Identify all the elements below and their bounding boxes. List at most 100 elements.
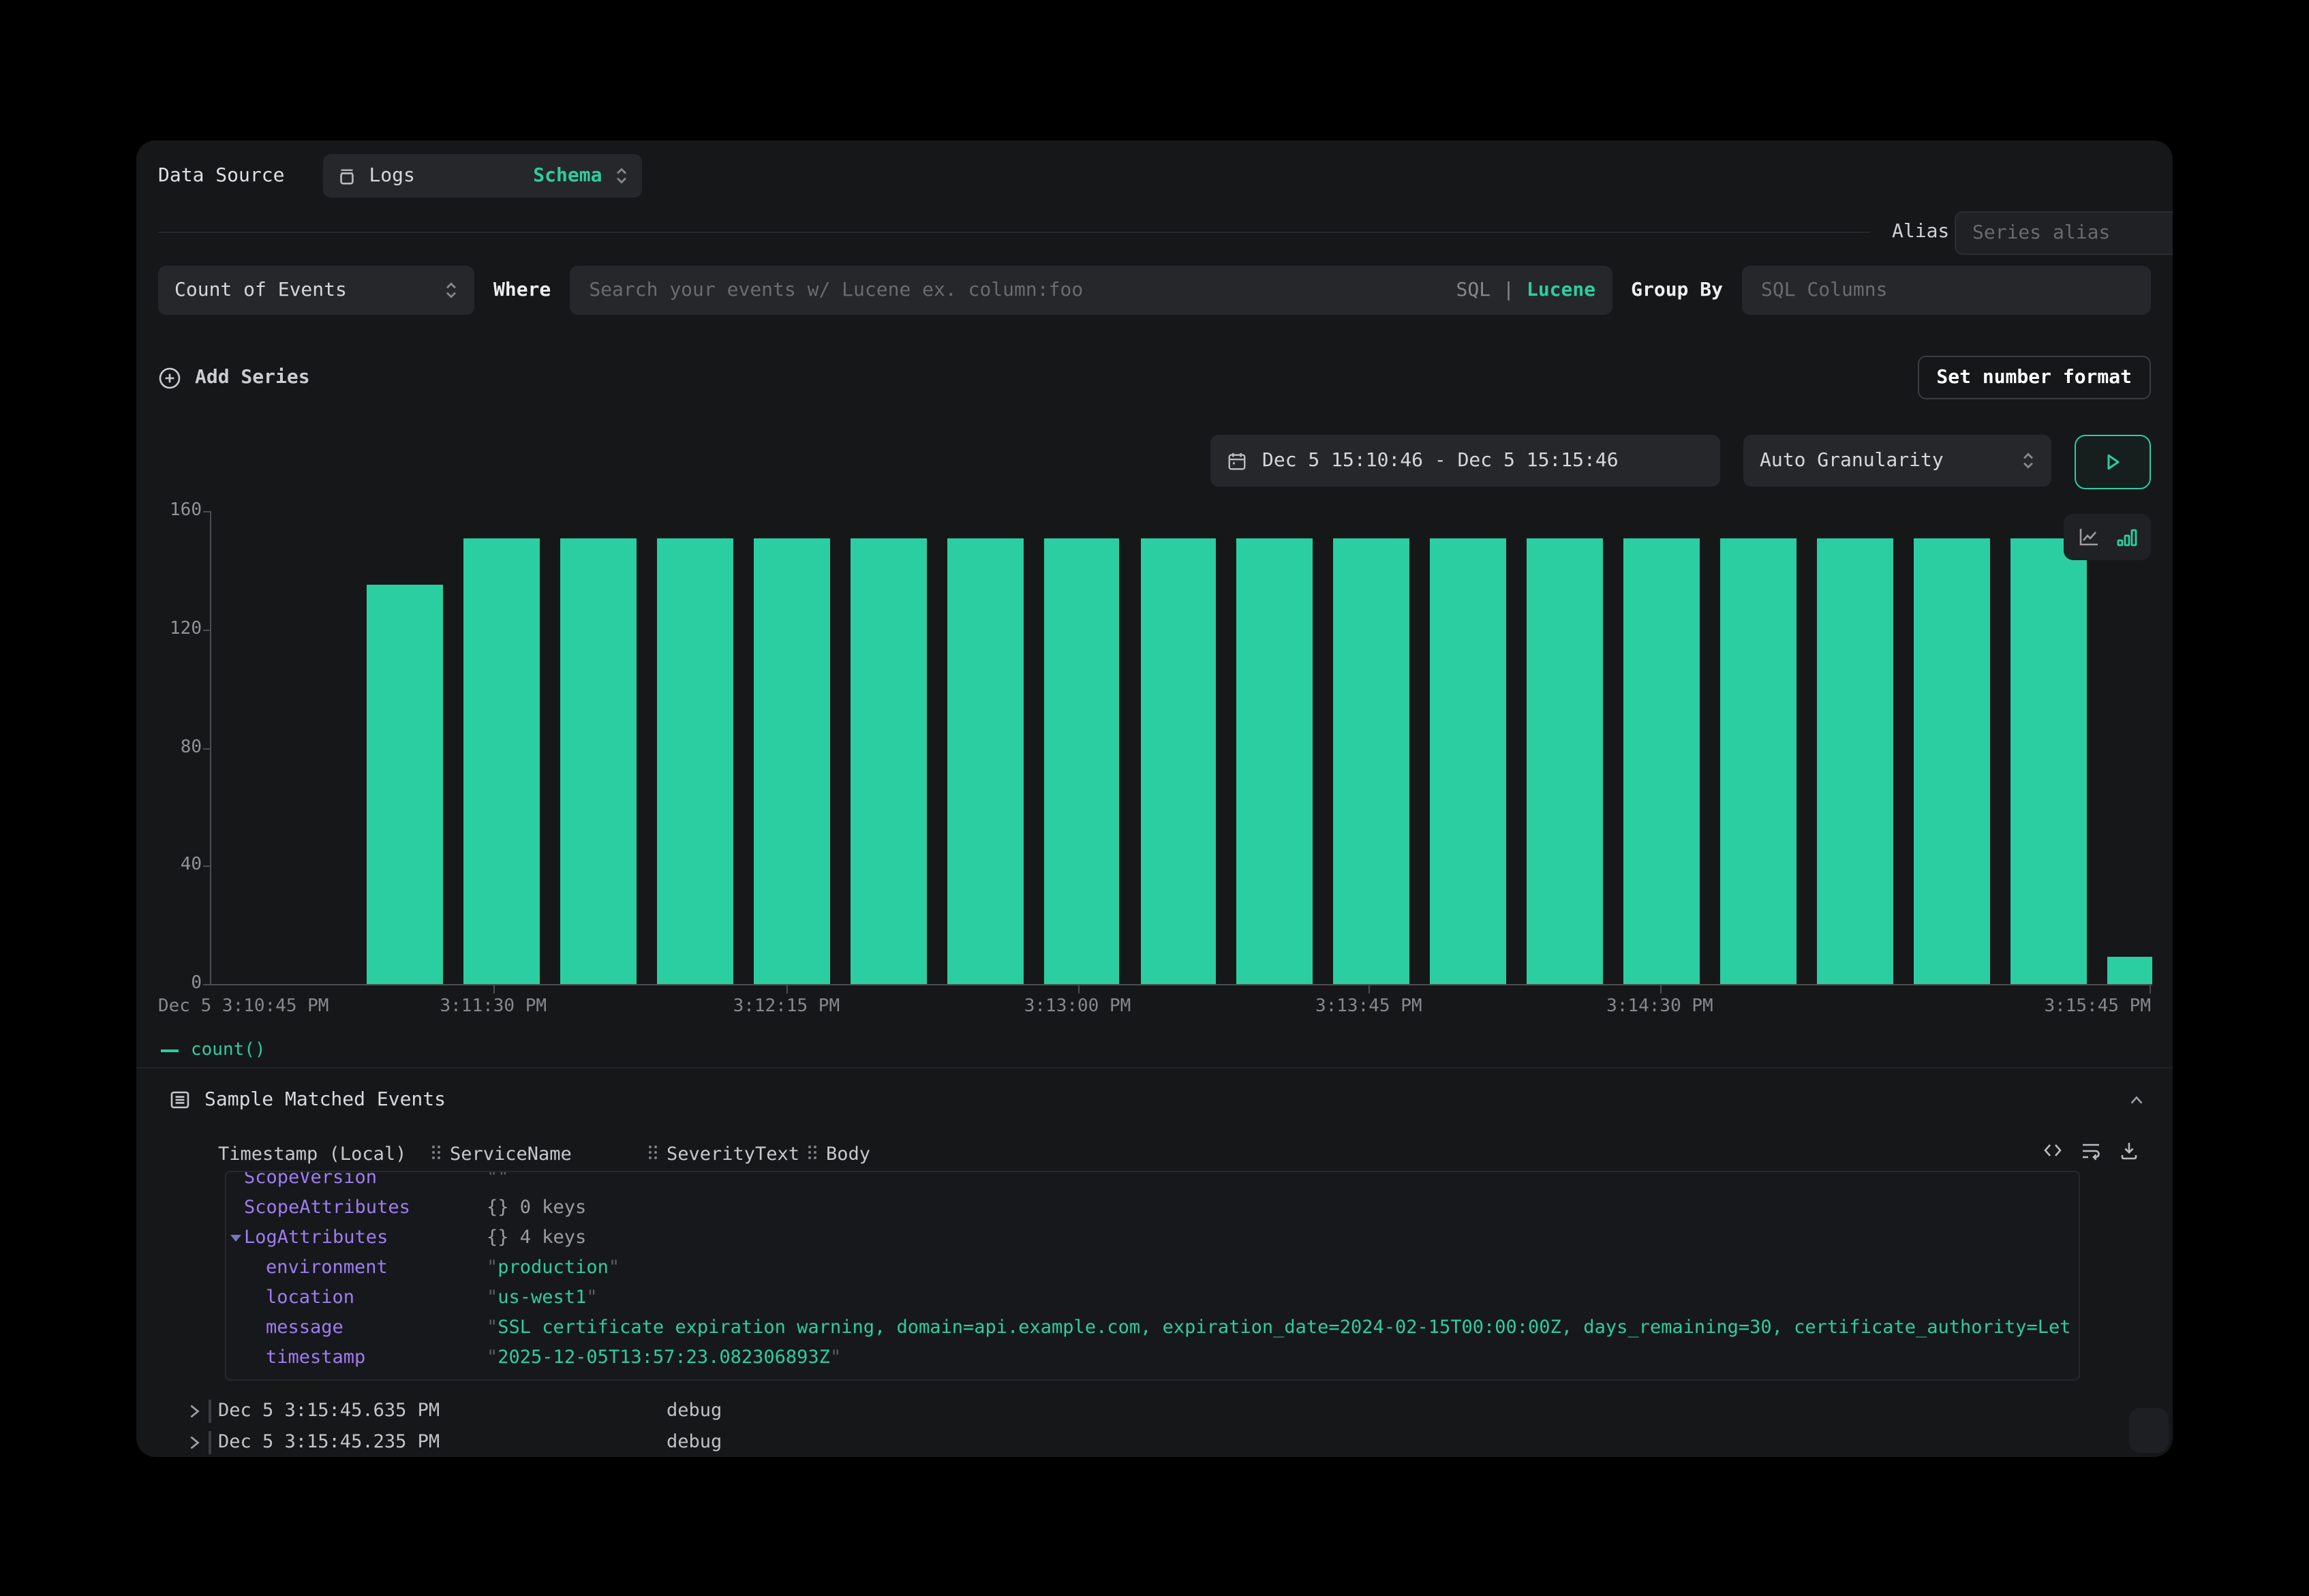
code-icon[interactable] bbox=[2042, 1139, 2064, 1161]
detail-value: "2025-12-05T13:57:23.082306893Z" bbox=[487, 1342, 2070, 1372]
timeseries-chart: count() 04080120160Dec 5 3:10:45 PM3:11:… bbox=[158, 500, 2151, 1062]
y-axis-tick-label: 160 bbox=[158, 502, 202, 521]
detail-row-LogAttributes[interactable]: LogAttributes {} 4 keys bbox=[226, 1223, 2079, 1253]
wrap-text-icon[interactable] bbox=[2080, 1139, 2102, 1161]
detail-row-environment: environment"production" bbox=[226, 1253, 2079, 1283]
chevron-up-icon[interactable] bbox=[2128, 1091, 2145, 1109]
sample-events-header: Sample Matched Events bbox=[169, 1084, 2145, 1116]
query-builder-panel: Data Source Logs Schema Alias bbox=[136, 140, 2173, 1457]
download-icon[interactable] bbox=[2118, 1139, 2140, 1161]
detail-row-ScopeVersion: ScopeVersion "" bbox=[226, 1171, 2079, 1193]
detail-key: ScopeVersion bbox=[244, 1171, 377, 1193]
chart-bar bbox=[1720, 538, 1796, 984]
legend-label: count() bbox=[191, 1040, 266, 1060]
chart-bar bbox=[657, 538, 733, 984]
x-axis-tick bbox=[1077, 985, 1079, 994]
detail-badge: {} 0 keys bbox=[487, 1193, 586, 1223]
row-expand-chevron-icon[interactable] bbox=[187, 1402, 202, 1420]
aggregate-select[interactable]: Count of Events bbox=[158, 266, 474, 315]
event-row[interactable]: Dec 5 3:15:45.635 PMdebug bbox=[158, 1396, 2151, 1427]
x-axis-tick bbox=[493, 985, 495, 994]
chart-bar bbox=[1914, 538, 1990, 984]
detail-value: "" bbox=[487, 1171, 2070, 1193]
play-icon bbox=[2102, 451, 2124, 473]
aggregate-value: Count of Events bbox=[174, 279, 347, 301]
group-by-input[interactable] bbox=[1758, 278, 2135, 303]
detail-value: "SSL certificate expiration warning, dom… bbox=[487, 1313, 2070, 1342]
chart-plot bbox=[210, 511, 2152, 985]
column-header-timestamp[interactable]: Timestamp (Local) bbox=[218, 1144, 406, 1165]
column-header-body[interactable]: Body bbox=[826, 1144, 870, 1165]
x-axis-tick-label: 3:13:45 PM bbox=[1315, 996, 1422, 1017]
event-detail-panel[interactable]: ScopeVersion""ScopeAttributes{} 0 keysLo… bbox=[225, 1171, 2080, 1381]
group-by-label: Group By bbox=[1631, 279, 1723, 301]
detail-key: ScopeAttributes bbox=[244, 1193, 410, 1223]
row-expand-chevron-icon[interactable] bbox=[187, 1434, 202, 1452]
chevron-up-down-icon bbox=[614, 165, 628, 187]
add-series-button[interactable]: Add Series bbox=[158, 366, 310, 389]
query-row: Count of Events Where SQL | Lucene Group… bbox=[158, 266, 2151, 315]
data-source-label: Data Source bbox=[158, 165, 284, 187]
line-chart-icon[interactable] bbox=[2077, 526, 2100, 548]
alias-input-wrap bbox=[1955, 211, 2173, 255]
chart-bar bbox=[367, 585, 443, 984]
chart-bar bbox=[1043, 538, 1120, 984]
drag-handle-icon[interactable] bbox=[431, 1144, 442, 1161]
set-number-format-button[interactable]: Set number format bbox=[1917, 356, 2151, 399]
y-axis-tick bbox=[203, 866, 211, 868]
x-axis-tick-label: Dec 5 3:10:45 PM bbox=[158, 996, 328, 1017]
x-axis-tick bbox=[2150, 985, 2151, 994]
granularity-value: Auto Granularity bbox=[1760, 450, 1944, 472]
chart-legend[interactable]: count() bbox=[161, 1040, 266, 1060]
y-axis-tick-label: 120 bbox=[158, 620, 202, 639]
chart-bar bbox=[1237, 538, 1313, 984]
chevron-up-down-icon bbox=[2021, 450, 2035, 472]
drag-handle-icon[interactable] bbox=[807, 1144, 818, 1161]
event-severity: debug bbox=[667, 1427, 722, 1457]
divider bbox=[158, 232, 1870, 233]
time-range-value: Dec 5 15:10:46 - Dec 5 15:15:46 bbox=[1262, 450, 1619, 472]
chevron-up-down-icon bbox=[444, 279, 458, 301]
y-axis-tick-label: 80 bbox=[158, 738, 202, 757]
event-timestamp: Dec 5 3:15:45.235 PM bbox=[218, 1427, 440, 1457]
detail-badge: {} 4 keys bbox=[487, 1223, 586, 1253]
language-lucene[interactable]: Lucene bbox=[1527, 279, 1595, 301]
language-divider: | bbox=[1503, 279, 1514, 301]
data-source-select[interactable]: Logs Schema bbox=[322, 154, 641, 198]
x-axis-tick bbox=[786, 985, 788, 994]
chart-bar bbox=[2107, 957, 2152, 984]
event-severity: debug bbox=[667, 1396, 722, 1427]
x-axis-tick-label: 3:15:45 PM bbox=[2044, 996, 2151, 1017]
bar-chart-icon[interactable] bbox=[2115, 525, 2138, 549]
alias-input[interactable] bbox=[1970, 221, 2169, 245]
granularity-select[interactable]: Auto Granularity bbox=[1743, 435, 2051, 487]
row-accent-bar bbox=[209, 1431, 211, 1454]
chart-bar bbox=[851, 538, 927, 984]
language-toggle[interactable]: SQL | Lucene bbox=[1456, 279, 1596, 301]
chart-bar bbox=[1140, 538, 1217, 984]
app-viewport: Data Source Logs Schema Alias bbox=[0, 0, 2309, 1596]
search-input[interactable] bbox=[586, 278, 1442, 303]
column-header-servicename[interactable]: ServiceName bbox=[450, 1144, 572, 1165]
chart-type-toggle bbox=[2064, 514, 2151, 560]
series-toolbar: Add Series Set number format bbox=[158, 356, 2151, 399]
add-series-label: Add Series bbox=[195, 367, 310, 388]
set-number-format-label: Set number format bbox=[1936, 367, 2132, 388]
chart-bar bbox=[560, 538, 637, 984]
scroll-corner bbox=[2129, 1408, 2169, 1453]
chart-bar bbox=[754, 538, 830, 984]
schema-link[interactable]: Schema bbox=[533, 165, 602, 187]
detail-key: message bbox=[266, 1313, 343, 1342]
events-table-actions bbox=[2042, 1139, 2140, 1161]
time-range-picker[interactable]: Dec 5 15:10:46 - Dec 5 15:15:46 bbox=[1210, 435, 1720, 487]
drag-handle-icon[interactable] bbox=[647, 1144, 658, 1161]
detail-value: "us-west1" bbox=[487, 1283, 2070, 1313]
detail-key: environment bbox=[266, 1253, 388, 1283]
column-header-severitytext[interactable]: SeverityText bbox=[667, 1144, 799, 1165]
detail-key: LogAttributes bbox=[244, 1223, 388, 1253]
data-source-row: Data Source Logs Schema bbox=[158, 154, 641, 198]
run-query-button[interactable] bbox=[2075, 435, 2151, 489]
collapse-triangle-icon[interactable] bbox=[230, 1235, 241, 1242]
event-row[interactable]: Dec 5 3:15:45.235 PM debug bbox=[158, 1427, 2151, 1457]
language-sql[interactable]: SQL bbox=[1456, 279, 1491, 301]
